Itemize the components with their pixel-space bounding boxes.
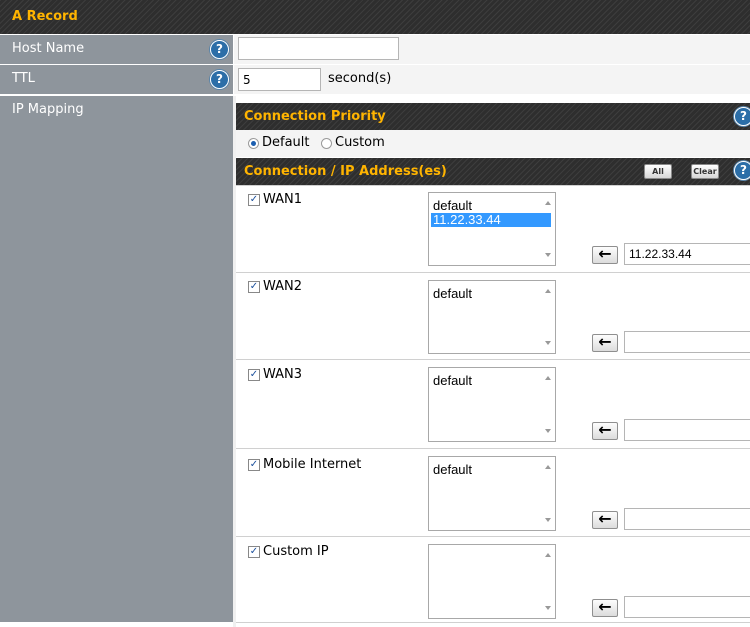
connection-priority-header: Connection Priority ? — [236, 103, 750, 130]
add-ip-arrow-button[interactable]: ← — [592, 422, 618, 440]
clear-button[interactable]: Clear — [691, 164, 719, 179]
add-ip-arrow-button[interactable]: ← — [592, 334, 618, 352]
host-name-input[interactable] — [238, 37, 399, 60]
scroll-up-icon[interactable] — [545, 289, 551, 293]
scroll-up-icon[interactable] — [545, 553, 551, 557]
help-icon[interactable]: ? — [734, 107, 750, 126]
wan2-label: WAN2 — [263, 279, 303, 294]
a-record-header: A Record — [0, 0, 750, 34]
connection-ip-title: Connection / IP Address(es) — [244, 164, 447, 179]
connection-priority-title: Connection Priority — [244, 109, 386, 124]
wan1-ip-input[interactable] — [624, 243, 750, 265]
host-name-label: Host Name — [12, 41, 85, 56]
connection-row-custom-ip: ✓ Custom IP ← — [236, 536, 750, 627]
add-ip-arrow-button[interactable]: ← — [592, 511, 618, 529]
connection-row-wan1: ✓ WAN1 default 11.22.33.44 ← — [236, 185, 750, 272]
add-ip-arrow-button[interactable]: ← — [592, 246, 618, 264]
add-ip-arrow-button[interactable]: ← — [592, 599, 618, 617]
ttl-input[interactable] — [238, 68, 321, 91]
wan3-checkbox[interactable]: ✓ — [248, 369, 260, 381]
list-item-selected[interactable]: 11.22.33.44 — [431, 213, 551, 227]
connection-row-wan2: ✓ WAN2 default ← — [236, 272, 750, 359]
ttl-label-cell: TTL ? — [0, 65, 233, 94]
connection-row-wan3: ✓ WAN3 default ← — [236, 359, 750, 448]
page-bottom-gap — [0, 622, 233, 627]
wan1-checkbox[interactable]: ✓ — [248, 194, 260, 206]
mobile-internet-ip-list[interactable]: default — [428, 456, 556, 531]
wan2-checkbox[interactable]: ✓ — [248, 281, 260, 293]
default-radio-label: Default — [262, 135, 310, 150]
list-item[interactable]: default — [431, 463, 474, 477]
wan1-label: WAN1 — [263, 192, 303, 207]
scroll-up-icon[interactable] — [545, 201, 551, 205]
ttl-label: TTL — [12, 71, 35, 86]
connection-priority-options: Default Custom — [236, 130, 750, 157]
list-item[interactable]: default — [431, 374, 474, 388]
scroll-down-icon[interactable] — [545, 429, 551, 433]
mobile-internet-label: Mobile Internet — [263, 457, 362, 472]
ttl-unit: second(s) — [328, 71, 392, 86]
custom-ip-list[interactable] — [428, 544, 556, 619]
table-bottom-border — [236, 622, 750, 623]
wan2-ip-input[interactable] — [624, 331, 750, 353]
scroll-down-icon[interactable] — [545, 518, 551, 522]
connection-row-mobile-internet: ✓ Mobile Internet default ← — [236, 448, 750, 536]
wan3-ip-input[interactable] — [624, 419, 750, 441]
scroll-up-icon[interactable] — [545, 376, 551, 380]
scroll-down-icon[interactable] — [545, 253, 551, 257]
wan3-ip-list[interactable]: default — [428, 367, 556, 442]
list-item[interactable]: default — [431, 287, 474, 301]
default-radio[interactable] — [248, 138, 259, 149]
custom-radio-label: Custom — [335, 135, 385, 150]
connection-ip-header: Connection / IP Address(es) All Clear ? — [236, 158, 750, 185]
a-record-title: A Record — [12, 9, 78, 24]
help-icon[interactable]: ? — [210, 40, 229, 59]
ip-mapping-label: IP Mapping — [12, 102, 84, 117]
custom-ip-label: Custom IP — [263, 544, 329, 559]
ip-mapping-label-cell: IP Mapping — [0, 96, 233, 627]
ttl-value-cell: second(s) — [234, 65, 750, 94]
wan3-label: WAN3 — [263, 367, 303, 382]
scroll-down-icon[interactable] — [545, 606, 551, 610]
list-item[interactable]: default — [431, 199, 474, 213]
wan2-ip-list[interactable]: default — [428, 280, 556, 354]
custom-ip-checkbox[interactable]: ✓ — [248, 546, 260, 558]
all-button[interactable]: All — [644, 164, 672, 179]
mobile-internet-ip-input[interactable] — [624, 508, 750, 530]
scroll-up-icon[interactable] — [545, 465, 551, 469]
help-icon[interactable]: ? — [210, 70, 229, 89]
scroll-down-icon[interactable] — [545, 341, 551, 345]
host-name-label-cell: Host Name ? — [0, 35, 233, 64]
mobile-internet-checkbox[interactable]: ✓ — [248, 459, 260, 471]
help-icon[interactable]: ? — [734, 161, 750, 180]
custom-ip-input[interactable] — [624, 596, 750, 618]
host-name-value-cell — [234, 35, 750, 64]
wan1-ip-list[interactable]: default 11.22.33.44 — [428, 192, 556, 266]
custom-radio[interactable] — [321, 138, 332, 149]
